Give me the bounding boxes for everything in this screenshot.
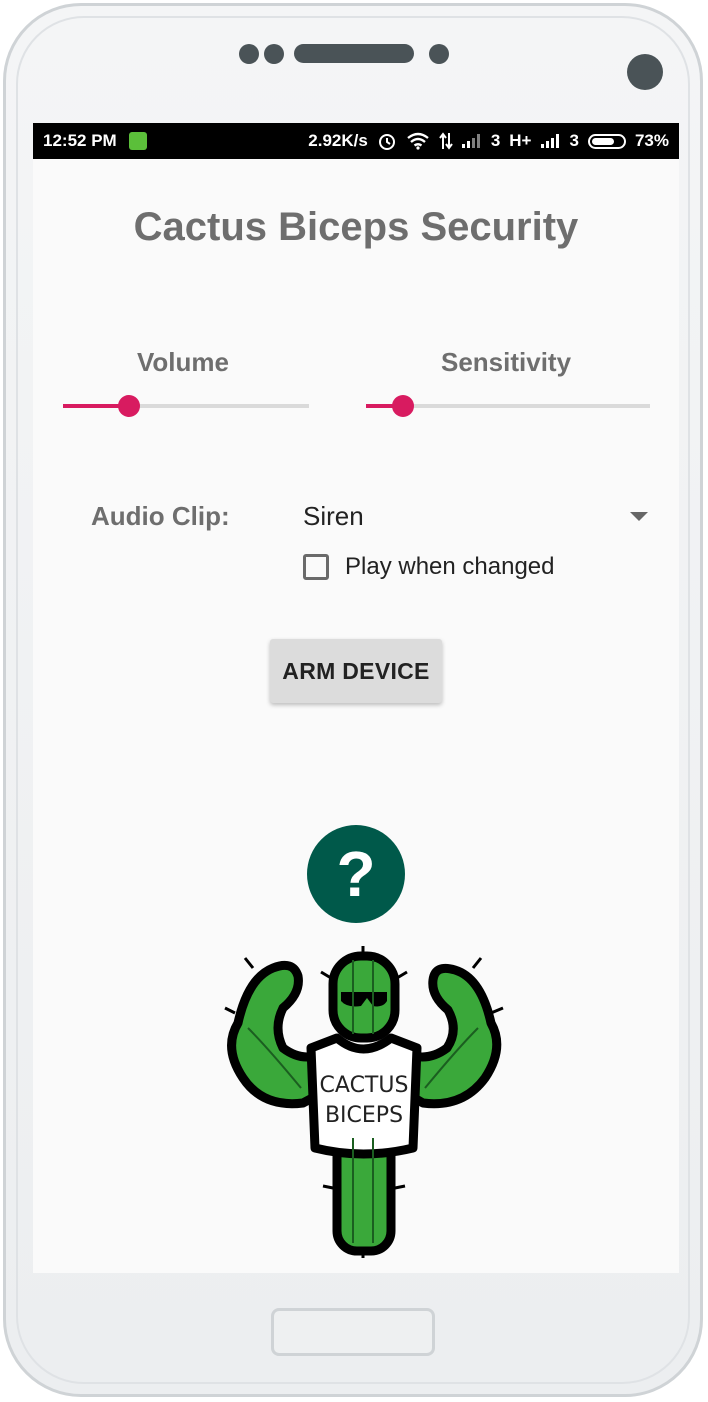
- battery-icon: [587, 133, 626, 149]
- sensitivity-slider[interactable]: [366, 391, 650, 421]
- app-title: Cactus Biceps Security: [133, 205, 579, 249]
- wifi-icon: [407, 132, 429, 150]
- signal-icon: [540, 134, 561, 148]
- alarm-icon: [378, 134, 395, 150]
- play-when-changed-row[interactable]: Play when changed: [303, 551, 554, 583]
- signal-icon: [461, 134, 482, 148]
- cactus-biceps-mascot: CACTUS BICEPS: [224, 946, 504, 1258]
- app-notification-icon: [129, 132, 147, 150]
- arm-device-button[interactable]: ARM DEVICE: [270, 639, 442, 703]
- app-screen: 12:52 PM 2.92K/s 3 H+ 3 73% Cactus Bicep…: [33, 123, 679, 1273]
- network-type: H+: [509, 131, 532, 150]
- audio-clip-dropdown[interactable]: Siren: [303, 493, 648, 543]
- volume-label: Volume: [137, 347, 229, 377]
- sensitivity-label: Sensitivity: [441, 347, 572, 377]
- audio-clip-label: Audio Clip:: [91, 501, 230, 531]
- question-mark-icon: ?: [307, 825, 405, 923]
- mascot-text-line1: CACTUS: [320, 1073, 409, 1098]
- home-button[interactable]: [271, 1308, 435, 1356]
- volume-thumb[interactable]: [118, 395, 141, 417]
- proximity-sensor-dot: [429, 44, 449, 64]
- data-arrows-icon: [439, 132, 453, 150]
- sensitivity-thumb[interactable]: [391, 395, 414, 417]
- sim2-label: 3: [569, 131, 579, 150]
- audio-clip-value: Siren: [303, 501, 364, 531]
- sensor-dot: [239, 44, 259, 64]
- sensor-dot: [264, 44, 284, 64]
- status-bar: 12:52 PM 2.92K/s 3 H+ 3 73%: [33, 123, 679, 159]
- dropdown-arrow-icon: [630, 512, 648, 521]
- network-speed: 2.92K/s: [308, 131, 368, 150]
- play-when-changed-checkbox[interactable]: [303, 554, 329, 580]
- front-camera: [627, 54, 663, 90]
- mascot-text-line2: BICEPS: [325, 1103, 403, 1128]
- play-when-changed-label: Play when changed: [345, 553, 555, 580]
- battery-percent: 73%: [634, 131, 669, 150]
- earpiece-speaker: [294, 44, 414, 63]
- sim1-label: 3: [490, 131, 501, 150]
- volume-slider[interactable]: [63, 391, 309, 421]
- status-time: 12:52 PM: [43, 131, 117, 150]
